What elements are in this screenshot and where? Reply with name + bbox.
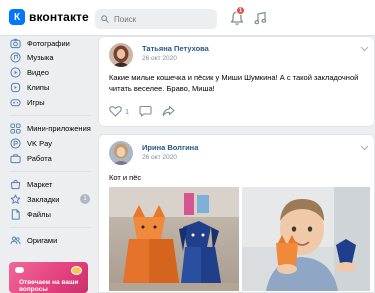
sidebar-item-label: Оригами — [27, 235, 58, 245]
sidebar-item-mini-apps[interactable]: Мини-приложения — [10, 121, 94, 135]
sidebar-item-vk-pay[interactable]: VK Pay — [10, 136, 94, 150]
market-icon — [10, 179, 21, 189]
vk-pay-icon — [10, 137, 21, 149]
work-icon — [10, 153, 21, 163]
sidebar-item-label: Музыка — [27, 52, 54, 62]
search-box[interactable] — [95, 9, 217, 29]
sidebar-item-label: VK Pay — [27, 138, 53, 148]
sidebar-item-label: Фотографии — [27, 38, 70, 48]
games-icon — [10, 98, 21, 106]
sidebar-item-label: Видео — [27, 67, 49, 77]
feed-post: Ирина Волгина 26 окт 2020 Кот и пёс — [98, 134, 375, 293]
music-player-icon[interactable] — [254, 11, 267, 25]
share-icon[interactable] — [162, 105, 175, 117]
bookmarks-count-badge: 1 — [80, 194, 90, 204]
notifications-badge: 1 — [236, 6, 245, 15]
top-bar: К вконтакте 1 — [0, 0, 375, 36]
avatar-photo — [109, 141, 133, 165]
sidebar-item-label: Файлы — [27, 209, 51, 219]
logo-text: вконтакте — [29, 10, 89, 24]
post-photo-origami[interactable] — [109, 187, 239, 291]
sidebar-item-label: Клипы — [27, 82, 50, 92]
sidebar-item-files[interactable]: Файлы — [10, 207, 94, 221]
sidebar-item-label: Маркет — [27, 179, 53, 189]
sidebar-item-label: Мини-приложения — [27, 123, 91, 133]
search-icon — [101, 15, 109, 23]
post-text: Какие милые кошечка и пёсик у Миши Шумки… — [109, 73, 359, 93]
post-date[interactable]: 26 окт 2020 — [142, 154, 177, 161]
sidebar-divider — [10, 115, 90, 116]
sidebar-item-market[interactable]: Маркет — [10, 177, 94, 191]
community-icon — [10, 236, 21, 244]
vk-logo-icon: К — [9, 9, 25, 25]
chevron-down-icon[interactable] — [360, 46, 369, 52]
sidebar-ad-banner[interactable]: Отвечаем на ваши вопросы — [9, 262, 88, 293]
sidebar-item-bookmarks[interactable]: Закладки 1 — [10, 192, 94, 206]
post-photo-boy[interactable] — [242, 187, 370, 291]
chevron-down-icon[interactable] — [360, 145, 369, 151]
photo-icon — [10, 38, 21, 48]
avatar[interactable] — [109, 141, 133, 165]
sidebar-divider — [10, 171, 90, 172]
post-text: Кот и пёс — [109, 173, 142, 182]
sidebar-divider — [10, 227, 90, 228]
sidebar-item-video[interactable]: Видео — [10, 65, 94, 79]
ad-logo — [15, 267, 24, 273]
like-count: 1 — [125, 106, 130, 116]
sidebar-item-clips[interactable]: Клипы — [10, 80, 94, 94]
comment-icon[interactable] — [139, 105, 152, 117]
sidebar-item-photos[interactable]: Фотографии — [10, 36, 94, 50]
post-author[interactable]: Ирина Волгина — [142, 143, 198, 152]
files-icon — [11, 208, 20, 220]
vk-logo[interactable]: К вконтакте — [9, 9, 89, 25]
avatar-photo — [109, 43, 133, 67]
ad-brand-badge — [71, 266, 82, 275]
sidebar-item-games[interactable]: Игры — [10, 95, 94, 109]
video-icon — [10, 66, 21, 78]
avatar[interactable] — [109, 43, 133, 67]
mini-apps-icon — [10, 122, 21, 134]
sidebar-item-label: Закладки — [27, 194, 60, 204]
like-heart-icon[interactable] — [109, 105, 122, 117]
search-input[interactable] — [114, 14, 204, 24]
post-author[interactable]: Татьяна Петухова — [142, 44, 209, 53]
boy-with-origami-image — [242, 187, 370, 291]
sidebar-item-work[interactable]: Работа — [10, 151, 94, 165]
origami-cat-and-dog-image — [109, 187, 239, 291]
sidebar-item-music[interactable]: Музыка — [10, 50, 94, 64]
sidebar-item-origami-community[interactable]: Оригами — [10, 233, 94, 247]
clips-icon — [10, 82, 21, 92]
post-actions: 1 — [109, 104, 175, 118]
music-icon — [10, 51, 21, 63]
sidebar-item-label: Работа — [27, 153, 52, 163]
feed-post: Татьяна Петухова 26 окт 2020 Какие милые… — [98, 36, 375, 127]
sidebar-item-label: Игры — [27, 97, 45, 107]
bookmarks-icon — [10, 193, 21, 204]
post-date[interactable]: 26 окт 2020 — [142, 55, 177, 62]
ad-text: Отвечаем на ваши вопросы — [19, 279, 79, 293]
